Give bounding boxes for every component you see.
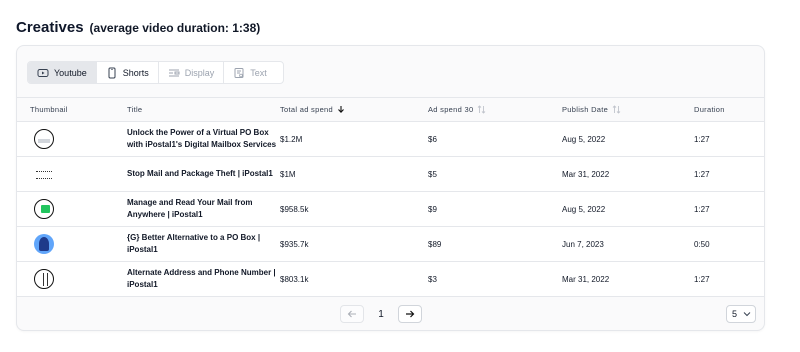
total-ad-spend: $958.5k <box>280 204 309 214</box>
table-row[interactable]: Unlock the Power of a Virtual PO Box wit… <box>17 122 764 157</box>
publish-date: Aug 5, 2022 <box>562 134 606 144</box>
thumbnail-cell <box>34 122 54 156</box>
table-row[interactable]: Alternate Address and Phone Number | iPo… <box>17 262 764 297</box>
thumbnail-cell <box>34 157 54 191</box>
sort-desc-icon <box>338 106 344 114</box>
table-row[interactable]: Stop Mail and Package Theft | iPostal1 $… <box>17 157 764 192</box>
display-icon <box>168 69 180 76</box>
sort-icon <box>478 105 486 114</box>
header-label: Duration <box>694 105 725 114</box>
text-icon <box>234 67 244 78</box>
section-title: Creatives <box>16 19 84 36</box>
header-label: Ad spend 30 <box>428 105 474 114</box>
video-title[interactable]: {G} Better Alternative to a PO Box | iPo… <box>127 227 267 261</box>
creatives-card: Youtube Shorts Display Text Thumbnail Ti… <box>16 45 765 331</box>
video-thumbnail[interactable] <box>34 164 54 184</box>
video-title[interactable]: Manage and Read Your Mail from Anywhere … <box>127 192 277 226</box>
arrow-right-icon <box>406 310 415 318</box>
ad-spend-30: $9 <box>428 204 437 214</box>
ad-spend-30: $3 <box>428 274 437 284</box>
header-duration: Duration <box>694 98 725 121</box>
publish-date: Aug 5, 2022 <box>562 204 606 214</box>
page-size-value: 5 <box>732 309 738 319</box>
prev-page-button[interactable] <box>340 305 364 323</box>
total-ad-spend: $1M <box>280 169 296 179</box>
video-thumbnail[interactable] <box>34 129 54 149</box>
publish-date: Mar 31, 2022 <box>562 274 610 284</box>
page-size-select[interactable]: 5 <box>726 305 756 323</box>
header-ad-spend-30[interactable]: Ad spend 30 <box>428 98 486 121</box>
section-heading: Creatives (average video duration: 1:38) <box>16 19 260 36</box>
chevron-down-icon <box>743 312 751 317</box>
video-thumbnail[interactable] <box>34 234 54 254</box>
thumbnail-cell <box>34 262 54 296</box>
video-title[interactable]: Stop Mail and Package Theft | iPostal1 <box>127 157 297 191</box>
publish-date: Mar 31, 2022 <box>562 169 610 179</box>
header-label: Total ad spend <box>280 105 333 114</box>
current-page: 1 <box>378 308 384 320</box>
section-subtitle: (average video duration: 1:38) <box>89 21 261 35</box>
publish-date: Jun 7, 2023 <box>562 239 604 249</box>
tab-text[interactable]: Text <box>224 62 283 83</box>
header-publish-date[interactable]: Publish Date <box>562 98 621 121</box>
pagination: 1 <box>340 305 422 323</box>
table-row[interactable]: Manage and Read Your Mail from Anywhere … <box>17 192 764 227</box>
ad-spend-30: $6 <box>428 134 437 144</box>
tab-label: Shorts <box>122 67 149 78</box>
tab-label: Text <box>250 67 267 78</box>
ad-spend-30: $5 <box>428 169 437 179</box>
duration: 1:27 <box>694 134 710 144</box>
header-label: Thumbnail <box>30 105 68 114</box>
thumbnail-cell <box>34 227 54 261</box>
duration: 0:50 <box>694 239 710 249</box>
header-label: Title <box>127 105 143 114</box>
header-title: Title <box>127 98 142 121</box>
tab-shorts[interactable]: Shorts <box>97 62 159 83</box>
sort-icon <box>612 105 621 114</box>
duration: 1:27 <box>694 204 710 214</box>
header-label: Publish Date <box>562 105 609 114</box>
duration: 1:27 <box>694 274 710 284</box>
video-title[interactable]: Unlock the Power of a Virtual PO Box wit… <box>127 122 277 156</box>
tab-display[interactable]: Display <box>159 62 225 83</box>
arrow-left-icon <box>347 310 356 318</box>
youtube-icon <box>37 68 49 77</box>
video-thumbnail[interactable] <box>34 269 54 289</box>
phone-icon <box>108 67 116 78</box>
tab-label: Youtube <box>54 67 87 78</box>
total-ad-spend: $935.7k <box>280 239 309 249</box>
creative-type-tabs: Youtube Shorts Display Text <box>27 61 284 84</box>
thumbnail-cell <box>34 192 54 226</box>
tab-youtube[interactable]: Youtube <box>28 62 97 83</box>
header-total-ad-spend[interactable]: Total ad spend <box>280 98 345 121</box>
duration: 1:27 <box>694 169 710 179</box>
next-page-button[interactable] <box>398 305 422 323</box>
ad-spend-30: $89 <box>428 239 442 249</box>
table-row[interactable]: {G} Better Alternative to a PO Box | iPo… <box>17 227 764 262</box>
creatives-table: Thumbnail Title Total ad spend Ad spend … <box>17 97 764 297</box>
table-header: Thumbnail Title Total ad spend Ad spend … <box>17 97 764 122</box>
total-ad-spend: $803.1k <box>280 274 309 284</box>
total-ad-spend: $1.2M <box>280 134 303 144</box>
video-thumbnail[interactable] <box>34 199 54 219</box>
video-title[interactable]: Alternate Address and Phone Number | iPo… <box>127 262 277 296</box>
header-thumbnail: Thumbnail <box>30 98 68 121</box>
tab-label: Display <box>184 67 215 78</box>
